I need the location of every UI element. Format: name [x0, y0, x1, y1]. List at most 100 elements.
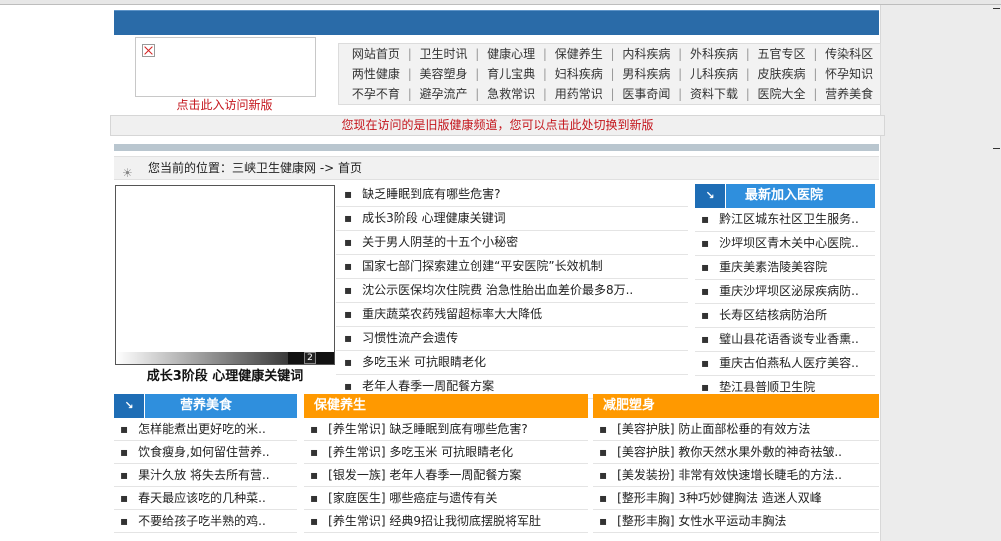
- slideshow-page-indicator[interactable]: 2: [288, 352, 334, 364]
- news-link[interactable]: 沈公示医保均次住院费 治急性胎出血差价最多8万..: [362, 283, 633, 297]
- window-top-edge: [0, 0, 1001, 5]
- nav-link[interactable]: 皮肤疾病: [751, 64, 813, 84]
- bullet-icon: ▪: [344, 211, 353, 225]
- nav-link[interactable]: 医院大全: [751, 84, 813, 104]
- food-item: ▪ 春天最应该吃的几种菜..: [114, 487, 297, 510]
- breadcrumb-text[interactable]: 您当前的位置：三峡卫生健康网 -> 首页: [148, 157, 362, 179]
- nav-link[interactable]: 网站首页: [345, 44, 407, 64]
- arrow-icon: ↘: [695, 184, 726, 208]
- bullet-icon: ▪: [701, 356, 710, 370]
- nav-link[interactable]: 保健养生: [548, 44, 610, 64]
- health-item: ▪ [家庭医生] 哪些癌症与遗传有关: [304, 487, 588, 510]
- food-item: ▪ 饮食瘦身,如何留住营养..: [114, 441, 297, 464]
- food-link[interactable]: 春天最应该吃的几种菜..: [138, 491, 266, 505]
- news-item: ▪ 成长3阶段 心理健康关键词: [336, 207, 688, 231]
- news-item: ▪ 缺乏睡眠到底有哪些危害?: [336, 183, 688, 207]
- news-link[interactable]: 缺乏睡眠到底有哪些危害?: [362, 187, 500, 201]
- hospital-link[interactable]: 黔江区城东社区卫生服务..: [719, 212, 859, 226]
- slideshow-caption[interactable]: 成长3阶段 心理健康关键词: [115, 365, 335, 384]
- page-margin: [0, 0, 110, 541]
- nav-link[interactable]: 避孕流产: [413, 84, 475, 104]
- slimming-header: 减肥塑身: [593, 394, 879, 418]
- hospital-item: ▪ 重庆沙坪坝区泌尿疾病防..: [695, 280, 875, 304]
- nav-link[interactable]: 用药常识: [548, 84, 610, 104]
- old-version-notice-link[interactable]: 您现在访问的是旧版健康频道，您可以点击此处切换到新版: [110, 115, 885, 136]
- new-hospitals-header: ↘ 最新加入医院: [695, 184, 875, 208]
- slideshow-photo[interactable]: 2: [115, 185, 335, 365]
- nav-link[interactable]: 美容塑身: [413, 64, 475, 84]
- new-hospitals-title: 最新加入医院: [745, 188, 824, 203]
- slim-link[interactable]: [整形丰胸] 3种巧妙健胸法 造迷人双峰: [617, 491, 822, 505]
- nav-link[interactable]: 内科疾病: [615, 44, 677, 64]
- hospital-link[interactable]: 璧山县花语香谈专业香熏..: [719, 332, 859, 346]
- nav-link[interactable]: 健康心理: [480, 44, 542, 64]
- hospital-item: ▪ 重庆美素浩陵美容院: [695, 256, 875, 280]
- nav-link[interactable]: 妇科疾病: [548, 64, 610, 84]
- hospital-link[interactable]: 重庆沙坪坝区泌尿疾病防..: [719, 284, 859, 298]
- health-link[interactable]: [银发一族] 老年人春季一周配餐方案: [328, 468, 521, 482]
- bullet-icon: ▪: [701, 332, 710, 346]
- visit-new-version-link[interactable]: 点击此入访问新版: [135, 96, 314, 113]
- bullet-icon: ▪: [344, 355, 353, 369]
- health-link[interactable]: [家庭医生] 哪些癌症与遗传有关: [328, 491, 497, 505]
- bullet-icon: ▪: [120, 445, 129, 459]
- hospital-item: ▪ 长寿区结核病防治所: [695, 304, 875, 328]
- broken-image-icon: [142, 44, 155, 57]
- nutrition-food-title[interactable]: 营养美食: [180, 394, 232, 418]
- health-link[interactable]: [养生常识] 缺乏睡眠到底有哪些危害?: [328, 422, 528, 436]
- hospital-link[interactable]: 长寿区结核病防治所: [719, 308, 827, 322]
- hospital-link[interactable]: 重庆古伯燕私人医疗美容..: [719, 356, 859, 370]
- hospital-link[interactable]: 垫江县普顺卫生院: [719, 380, 815, 394]
- hospital-link[interactable]: 重庆美素浩陵美容院: [719, 260, 827, 274]
- bullet-icon: ▪: [701, 212, 710, 226]
- slim-link[interactable]: [美容护肤] 教你天然水果外敷的神奇祛皱..: [617, 445, 842, 459]
- nav-link[interactable]: 卫生时讯: [413, 44, 475, 64]
- news-link[interactable]: 国家七部门探索建立创建“平安医院”长效机制: [362, 259, 602, 273]
- slim-item: ▪ [美容护肤] 防止面部松垂的有效方法: [593, 418, 879, 441]
- nav-link[interactable]: 怀孕知识: [818, 64, 880, 84]
- food-link[interactable]: 怎样能煮出更好吃的米..: [138, 422, 266, 436]
- news-link[interactable]: 多吃玉米 可抗眼睛老化: [362, 355, 486, 369]
- bullet-icon: ▪: [310, 514, 319, 528]
- health-link[interactable]: [养生常识] 多吃玉米 可抗眼睛老化: [328, 445, 513, 459]
- news-link[interactable]: 关于男人阴茎的十五个小秘密: [362, 235, 518, 249]
- health-item: ▪ [养生常识] 缺乏睡眠到底有哪些危害?: [304, 418, 588, 441]
- nutrition-food-header: ↘ 营养美食: [114, 394, 297, 418]
- nav-link[interactable]: 急救常识: [480, 84, 542, 104]
- hospital-link[interactable]: 沙坪坝区青木关中心医院..: [719, 236, 859, 250]
- news-link[interactable]: 重庆蔬菜农药残留超标率大大降低: [362, 307, 542, 321]
- slim-link[interactable]: [整形丰胸] 女性水平运动丰胸法: [617, 514, 786, 528]
- hospital-item: ▪ 重庆古伯燕私人医疗美容..: [695, 352, 875, 376]
- news-link[interactable]: 习惯性流产会遗传: [362, 331, 458, 345]
- slimming-list: ▪ [美容护肤] 防止面部松垂的有效方法 ▪ [美容护肤] 教你天然水果外敷的神奇祛皱…: [593, 418, 879, 533]
- nav-link[interactable]: 营养美食: [818, 84, 880, 104]
- food-link[interactable]: 果汁久放 将失去所有营..: [138, 468, 269, 482]
- nav-link[interactable]: 传染科区: [818, 44, 880, 64]
- news-item: ▪ 沈公示医保均次住院费 治急性胎出血差价最多8万..: [336, 279, 688, 303]
- nav-row: 两性健康 | 美容塑身 | 育儿宝典 | 妇科疾病 | 男科疾病 | 儿科疾病 | 皮肤疾病 | 怀孕知识: [339, 64, 880, 84]
- nav-link[interactable]: 不孕不育: [345, 84, 407, 104]
- slim-link[interactable]: [美发装扮] 非常有效快速增长睫毛的方法..: [617, 468, 842, 482]
- nav-link[interactable]: 两性健康: [345, 64, 407, 84]
- nav-link[interactable]: 五官专区: [751, 44, 813, 64]
- health-item: ▪ [养生常识] 多吃玉米 可抗眼睛老化: [304, 441, 588, 464]
- food-link[interactable]: 不要给孩子吃半熟的鸡..: [138, 514, 266, 528]
- bullet-icon: ▪: [701, 380, 710, 394]
- section-divider: [114, 144, 879, 151]
- nav-link[interactable]: 儿科疾病: [683, 64, 745, 84]
- bullet-icon: ▪: [120, 491, 129, 505]
- nav-link[interactable]: 男科疾病: [615, 64, 677, 84]
- nav-link[interactable]: 医事奇闻: [615, 84, 677, 104]
- site-logo-placeholder[interactable]: [135, 37, 316, 97]
- nav-link[interactable]: 资料下载: [683, 84, 745, 104]
- nav-link[interactable]: 育儿宝典: [480, 64, 542, 84]
- food-link[interactable]: 饮食瘦身,如何留住营养..: [138, 445, 269, 459]
- slim-link[interactable]: [美容护肤] 防止面部松垂的有效方法: [617, 422, 810, 436]
- news-link[interactable]: 成长3阶段 心理健康关键词: [362, 211, 505, 225]
- news-link[interactable]: 老年人春季一周配餐方案: [362, 379, 494, 393]
- health-link[interactable]: [养生常识] 经典9招让我彻底摆脱将军肚: [328, 514, 541, 528]
- slimming-title[interactable]: 减肥塑身: [603, 394, 655, 418]
- nav-link[interactable]: 外科疾病: [683, 44, 745, 64]
- food-item: ▪ 怎样能煮出更好吃的米..: [114, 418, 297, 441]
- health-care-title[interactable]: 保健养生: [314, 394, 366, 418]
